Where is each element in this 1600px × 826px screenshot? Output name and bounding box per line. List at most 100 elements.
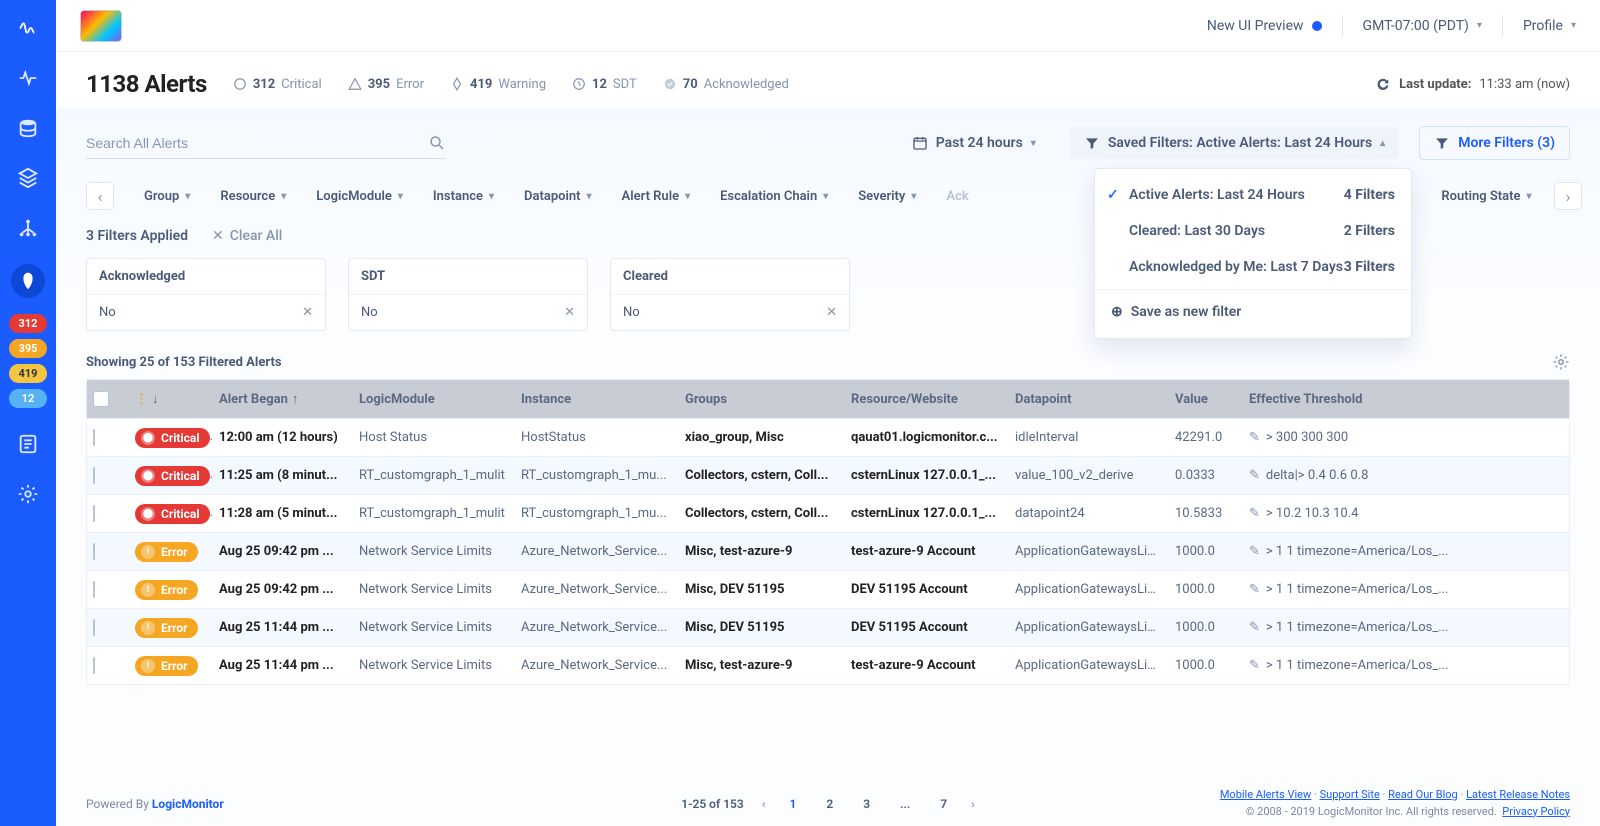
header-sort[interactable]: ⋮↓ bbox=[129, 383, 213, 415]
remove-filter-button[interactable]: ✕ bbox=[564, 305, 575, 320]
header-instance[interactable]: Instance bbox=[515, 384, 679, 415]
row-checkbox[interactable] bbox=[93, 467, 95, 484]
company-logo[interactable] bbox=[80, 10, 122, 42]
footer-link[interactable]: Latest Release Notes bbox=[1466, 788, 1570, 801]
remove-filter-button[interactable]: ✕ bbox=[302, 305, 313, 320]
col-datapoint[interactable]: Datapoint▾ bbox=[524, 189, 592, 204]
page-prev-button[interactable]: ‹ bbox=[762, 797, 766, 811]
table-settings-button[interactable] bbox=[1552, 353, 1570, 371]
severity-pill: !Error bbox=[135, 580, 198, 600]
row-checkbox[interactable] bbox=[93, 619, 95, 636]
chevron-down-icon: ▾ bbox=[911, 191, 916, 202]
row-checkbox[interactable] bbox=[93, 505, 95, 522]
nav-settings-icon[interactable] bbox=[14, 480, 42, 508]
col-logicmodule[interactable]: LogicModule▾ bbox=[316, 189, 403, 204]
footer-link[interactable]: Read Our Blog bbox=[1388, 788, 1458, 801]
pencil-icon[interactable]: ✎ bbox=[1249, 430, 1260, 445]
logo-icon[interactable] bbox=[14, 14, 42, 42]
nav-mapping-icon[interactable] bbox=[14, 214, 42, 242]
save-new-filter[interactable]: ⊕ Save as new filter bbox=[1095, 294, 1411, 330]
footer-link[interactable]: Support Site bbox=[1320, 788, 1380, 801]
saved-filter-option[interactable]: Cleared: Last 30 Days 2 Filters bbox=[1095, 213, 1411, 249]
col-ack[interactable]: Ack bbox=[946, 189, 968, 204]
footer-links: Mobile Alerts View · Support Site · Read… bbox=[1220, 787, 1570, 820]
col-resource[interactable]: Resource▾ bbox=[220, 189, 286, 204]
row-checkbox[interactable] bbox=[93, 581, 95, 598]
table-row[interactable]: ⬤Critical12:00 am (12 hours)Host StatusH… bbox=[87, 418, 1569, 456]
page-3[interactable]: 3 bbox=[857, 795, 876, 813]
col-escalation[interactable]: Escalation Chain▾ bbox=[720, 189, 828, 204]
badge-warning[interactable]: 419 bbox=[9, 364, 47, 383]
error-icon bbox=[348, 77, 362, 91]
badge-sdt[interactable]: 12 bbox=[9, 389, 47, 408]
privacy-link[interactable]: Privacy Policy bbox=[1502, 805, 1570, 818]
pencil-icon[interactable]: ✎ bbox=[1249, 506, 1260, 521]
table-row[interactable]: !ErrorAug 25 11:44 pm ...Network Service… bbox=[87, 608, 1569, 646]
toggle-dot-icon bbox=[1312, 21, 1322, 31]
scroll-right-button[interactable]: › bbox=[1554, 182, 1582, 210]
new-ui-toggle[interactable]: New UI Preview bbox=[1207, 18, 1322, 34]
page-last[interactable]: 7 bbox=[934, 795, 953, 813]
badge-critical[interactable]: 312 bbox=[9, 314, 47, 333]
cell-groups: xiao_group, Misc bbox=[679, 422, 845, 453]
row-checkbox[interactable] bbox=[93, 429, 95, 446]
page-2[interactable]: 2 bbox=[820, 795, 839, 813]
page-next-button[interactable]: › bbox=[971, 797, 975, 811]
header-groups[interactable]: Groups bbox=[679, 384, 845, 415]
header-resource[interactable]: Resource/Website bbox=[845, 384, 1009, 415]
header-began[interactable]: Alert Began ↑ bbox=[213, 383, 353, 415]
pencil-icon[interactable]: ✎ bbox=[1249, 468, 1260, 483]
header-lm[interactable]: LogicModule bbox=[353, 384, 515, 415]
stat-label: Warning bbox=[498, 77, 546, 92]
nav-services-icon[interactable] bbox=[14, 164, 42, 192]
row-checkbox[interactable] bbox=[93, 657, 95, 674]
cell-instance: Azure_Network_Service... bbox=[515, 536, 679, 567]
profile-dropdown[interactable]: Profile ▾ bbox=[1523, 18, 1576, 34]
cell-groups: Misc, DEV 51195 bbox=[679, 574, 845, 605]
pencil-icon[interactable]: ✎ bbox=[1249, 620, 1260, 635]
footer-link[interactable]: Mobile Alerts View bbox=[1220, 788, 1311, 801]
time-range-label: Past 24 hours bbox=[936, 135, 1023, 151]
pencil-icon[interactable]: ✎ bbox=[1249, 544, 1260, 559]
scroll-left-button[interactable]: ‹ bbox=[86, 182, 114, 210]
stat-sdt: 12 SDT bbox=[572, 77, 637, 92]
last-update[interactable]: Last update: 11:33 am (now) bbox=[1375, 76, 1570, 92]
badge-error[interactable]: 395 bbox=[9, 339, 47, 358]
nav-reports-icon[interactable] bbox=[14, 430, 42, 458]
col-severity[interactable]: Severity▾ bbox=[858, 189, 916, 204]
pencil-icon[interactable]: ✎ bbox=[1249, 658, 1260, 673]
nav-dashboards-icon[interactable] bbox=[14, 64, 42, 92]
header-value[interactable]: Value bbox=[1169, 384, 1243, 415]
header-datapoint[interactable]: Datapoint bbox=[1009, 384, 1169, 415]
remove-filter-button[interactable]: ✕ bbox=[826, 305, 837, 320]
col-alertrule[interactable]: Alert Rule▾ bbox=[622, 189, 691, 204]
chevron-down-icon: ▾ bbox=[587, 191, 592, 202]
more-filters-button[interactable]: More Filters (3) bbox=[1419, 126, 1570, 160]
table-row[interactable]: ⬤Critical11:28 am (5 minut...RT_customgr… bbox=[87, 494, 1569, 532]
severity-pill: !Error bbox=[135, 542, 198, 562]
row-checkbox[interactable] bbox=[93, 543, 95, 560]
cell-logicmodule: Network Service Limits bbox=[353, 574, 515, 605]
table-row[interactable]: !ErrorAug 25 11:44 pm ...Network Service… bbox=[87, 646, 1569, 684]
pencil-icon[interactable]: ✎ bbox=[1249, 582, 1260, 597]
header-threshold[interactable]: Effective Threshold bbox=[1243, 384, 1463, 415]
table-row[interactable]: !ErrorAug 25 09:42 pm ...Network Service… bbox=[87, 532, 1569, 570]
clear-all-button[interactable]: ✕ Clear All bbox=[212, 228, 282, 244]
page-1[interactable]: 1 bbox=[783, 795, 802, 813]
saved-filter-option[interactable]: ✓ Active Alerts: Last 24 Hours 4 Filters bbox=[1095, 177, 1411, 213]
severity-icon: ! bbox=[141, 659, 155, 673]
table-row[interactable]: !ErrorAug 25 09:42 pm ...Network Service… bbox=[87, 570, 1569, 608]
chevron-up-icon: ▴ bbox=[1380, 138, 1385, 149]
search-input[interactable] bbox=[86, 135, 428, 151]
timezone-dropdown[interactable]: GMT-07:00 (PDT) ▾ bbox=[1363, 18, 1482, 34]
col-routing[interactable]: Routing State▾ bbox=[1441, 189, 1531, 204]
col-instance[interactable]: Instance▾ bbox=[433, 189, 494, 204]
nav-alerts-icon[interactable] bbox=[11, 264, 45, 298]
saved-filter-option[interactable]: Acknowledged by Me: Last 7 Days 3 Filter… bbox=[1095, 249, 1411, 285]
col-group[interactable]: Group▾ bbox=[144, 189, 190, 204]
select-all-checkbox[interactable] bbox=[93, 391, 109, 407]
table-row[interactable]: ⬤Critical11:25 am (8 minut...RT_customgr… bbox=[87, 456, 1569, 494]
saved-filters-dropdown[interactable]: Saved Filters: Active Alerts: Last 24 Ho… bbox=[1070, 127, 1399, 159]
time-range-dropdown[interactable]: Past 24 hours ▾ bbox=[898, 127, 1050, 159]
nav-resources-icon[interactable] bbox=[14, 114, 42, 142]
